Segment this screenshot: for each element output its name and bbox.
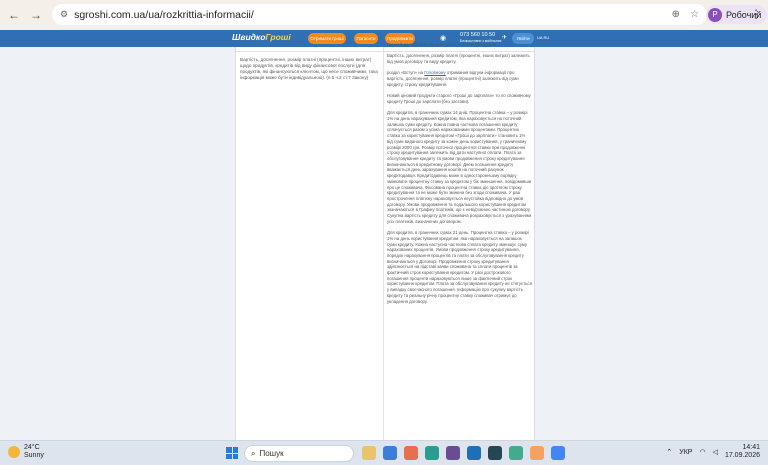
- home-link[interactable]: Головному: [424, 70, 445, 75]
- edge-icon[interactable]: [425, 446, 439, 460]
- zoom-icon[interactable]: ⊕: [672, 9, 680, 20]
- tray-chevron-icon[interactable]: ⌃: [666, 448, 672, 456]
- wifi-icon[interactable]: ◠: [699, 448, 705, 456]
- bookmark-star-icon[interactable]: ☆: [690, 9, 699, 20]
- windows-start-icon[interactable]: [226, 447, 238, 459]
- top-note: Грошей до зарплати Продукт ССО, з тільки…: [387, 42, 496, 47]
- volume-icon[interactable]: ◁: [713, 448, 718, 456]
- phone-number[interactable]: 073 560 10 50: [460, 32, 495, 38]
- store-icon[interactable]: [467, 446, 481, 460]
- eye-icon[interactable]: ◉: [440, 34, 446, 42]
- table-column-divider: [383, 47, 384, 440]
- app-icon-green[interactable]: [509, 446, 523, 460]
- chrome-icon[interactable]: [551, 446, 565, 460]
- browser-toolbar: ← → ↻ ⚙ sgroshi.com.ua/ua/rozkrittia-inf…: [0, 0, 768, 30]
- paragraph-product: Новий ціновий продукти старого «Гроші до…: [387, 93, 531, 104]
- explorer-icon[interactable]: [362, 446, 376, 460]
- table-cell-value: Грошей до зарплати Продукт ССО, з тільки…: [387, 42, 532, 310]
- avatar: Р: [708, 7, 722, 22]
- site-info-icon[interactable]: ⚙: [60, 9, 68, 20]
- site-logo[interactable]: ШвидкоГроші: [232, 32, 291, 42]
- terminal-icon[interactable]: [488, 446, 502, 460]
- address-bar[interactable]: ⚙ sgroshi.com.ua/ua/rozkrittia-informaci…: [52, 4, 707, 25]
- site-header: ШвидкоГроші Отримати гроші Погасити Прод…: [0, 30, 768, 47]
- task-view-icon[interactable]: [383, 446, 397, 460]
- app-icon-orange[interactable]: [530, 446, 544, 460]
- paragraph-cost: Вартість, досягнення, розмір платні (про…: [387, 53, 530, 65]
- more-menu-icon[interactable]: ⋮: [750, 7, 762, 21]
- app-icon[interactable]: [404, 446, 418, 460]
- forward-icon[interactable]: →: [28, 8, 44, 22]
- paragraph-link: розділ «Вступ» на Головному отримання ві…: [387, 70, 519, 87]
- telegram-icon[interactable]: ✈: [502, 34, 507, 41]
- language-switch[interactable]: UA RU: [537, 35, 549, 40]
- get-money-button[interactable]: Отримати гроші: [308, 33, 346, 44]
- search-icon: ⌕: [251, 448, 256, 458]
- paragraph-21-days: Для кредитів, в граничних сумах 21 день.…: [387, 230, 532, 304]
- sun-icon: [8, 446, 20, 458]
- system-tray: ⌃ УКР ◠ ◁ 14:41 17.09.2026: [666, 444, 760, 460]
- taskbar: 24°C Sunny ⌕ Пошук ⌃ УКР ◠ ◁ 14:41 17.09…: [0, 440, 768, 465]
- table-cell-label: Вартість, досягнення, розмір платні (про…: [240, 57, 378, 80]
- taskbar-search[interactable]: ⌕ Пошук: [244, 445, 354, 462]
- search-placeholder: Пошук: [259, 449, 284, 458]
- repay-button[interactable]: Погасити: [354, 33, 378, 44]
- back-icon[interactable]: ←: [6, 8, 22, 22]
- weather-status: Sunny: [24, 452, 44, 459]
- pinned-apps: [362, 446, 565, 460]
- temperature: 24°C: [24, 444, 40, 451]
- language-indicator[interactable]: УКР: [679, 449, 692, 456]
- clock[interactable]: 14:41 17.09.2026: [725, 444, 760, 460]
- url-text: sgroshi.com.ua/ua/rozkrittia-informacii/: [74, 8, 254, 21]
- weather-widget[interactable]: 24°C Sunny: [8, 444, 44, 460]
- teams-icon[interactable]: [446, 446, 460, 460]
- paragraph-14-days: Для кредитів, в граничних сумах 14 днів.…: [387, 110, 532, 224]
